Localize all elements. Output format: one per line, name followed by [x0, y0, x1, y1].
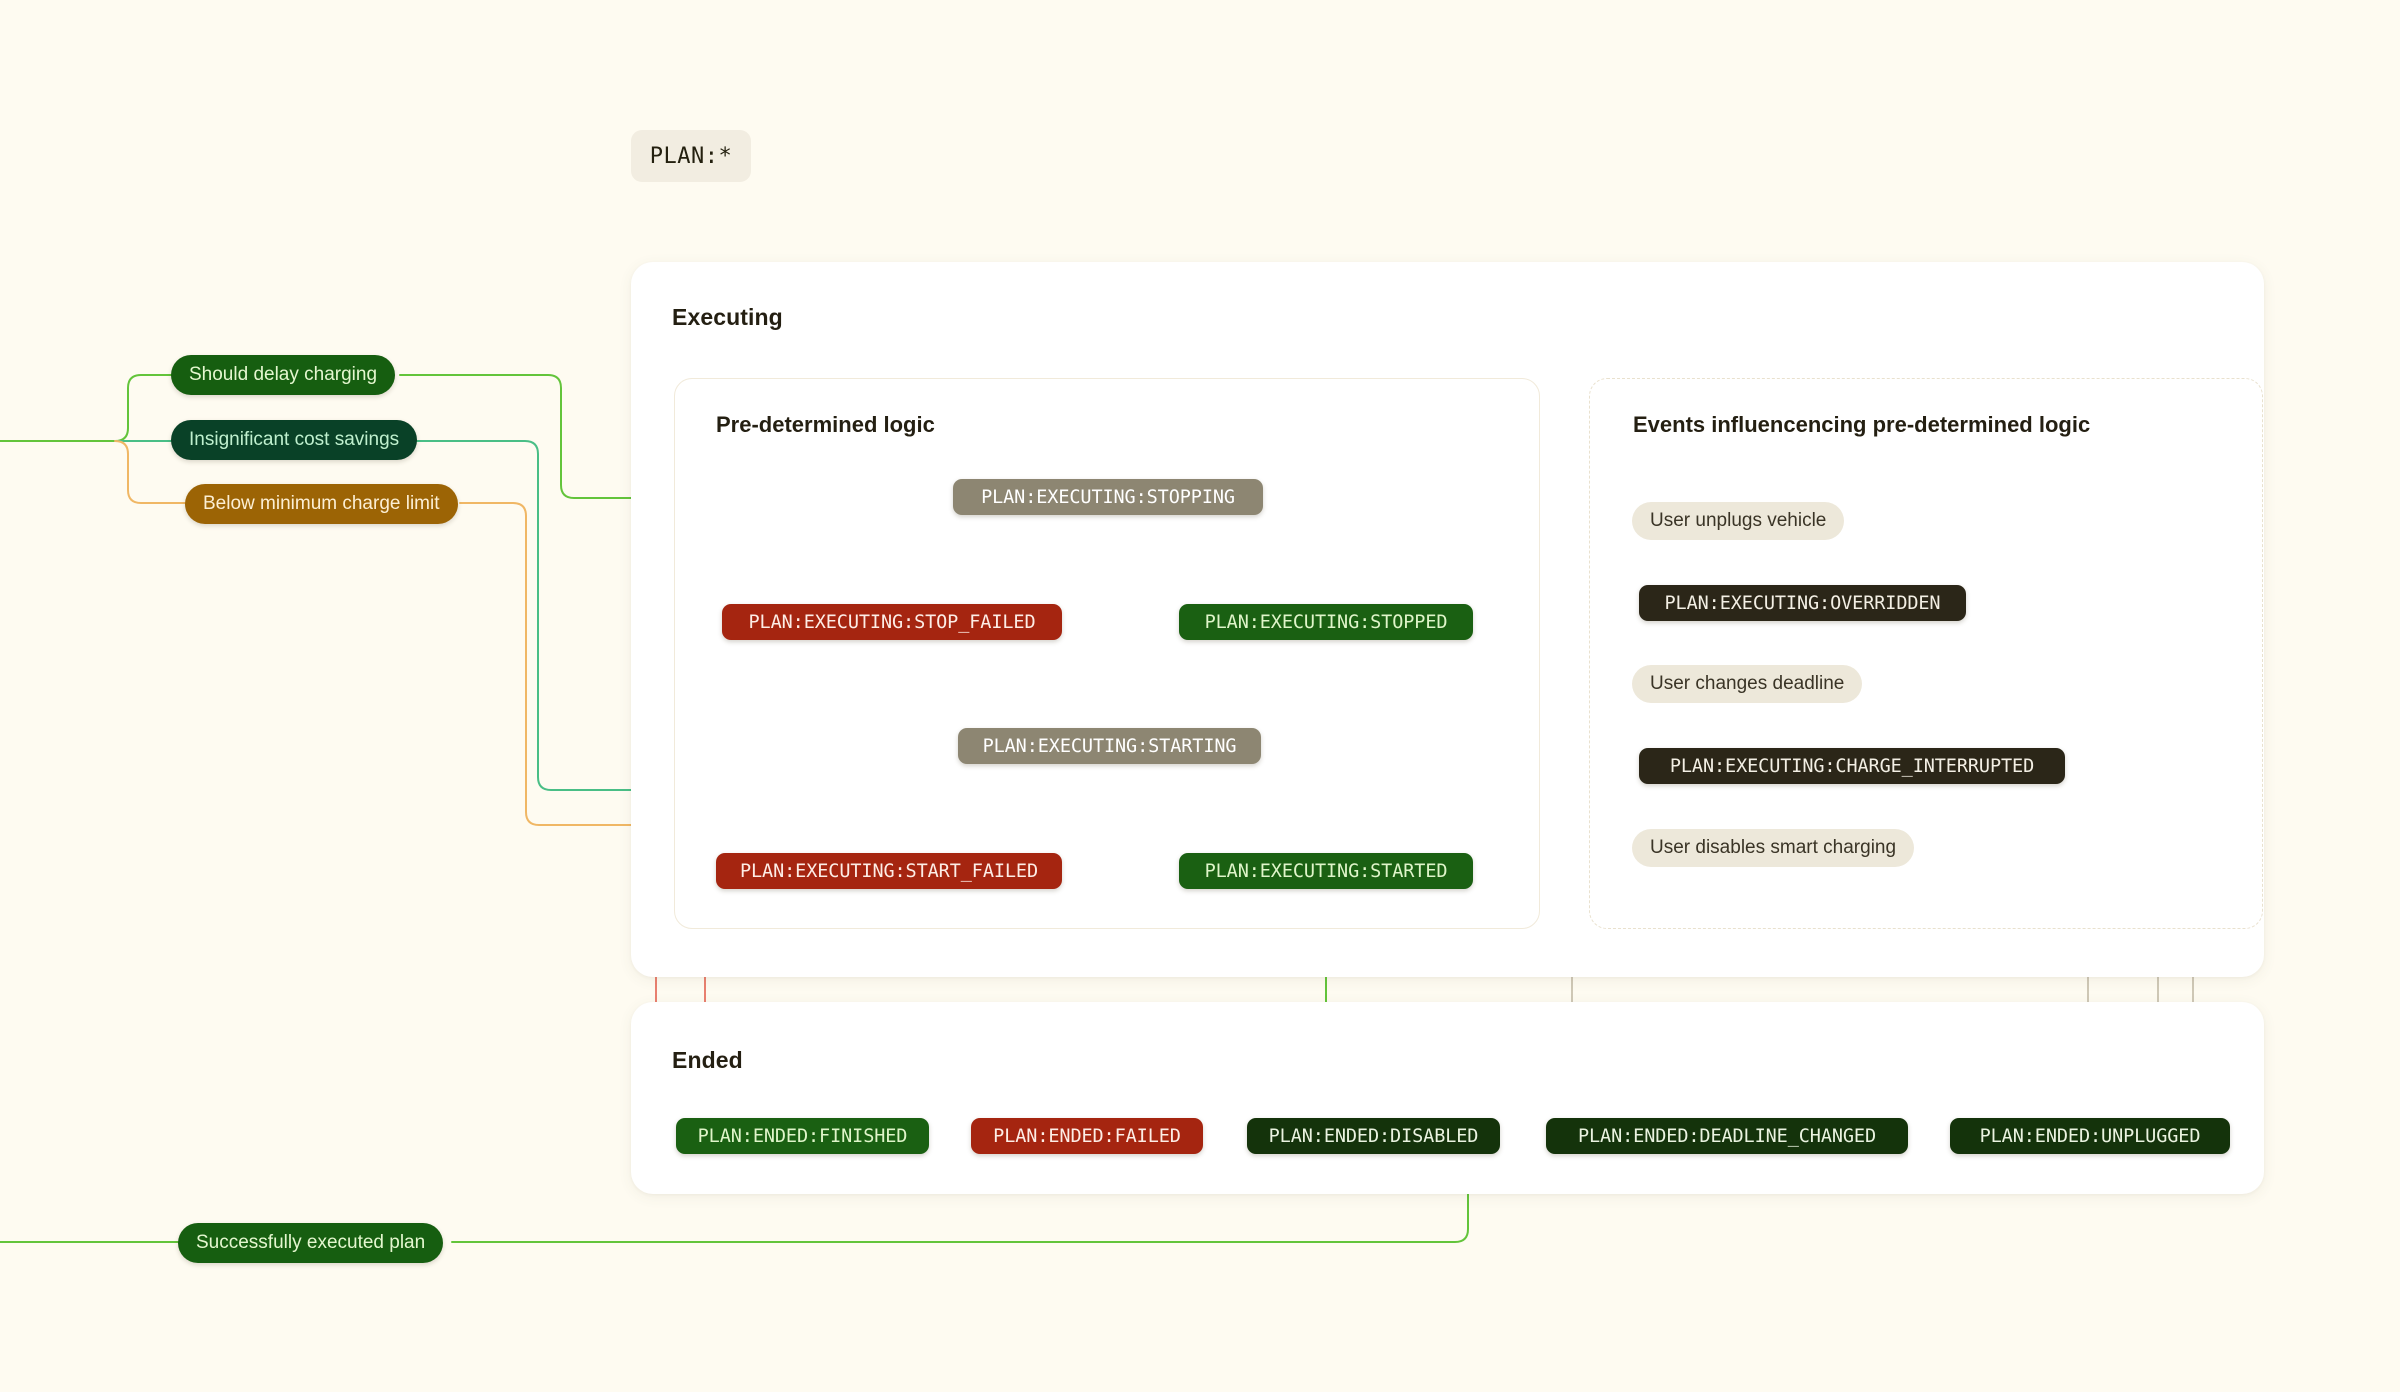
state-node-executing-stopped[interactable]: PLAN:EXECUTING:STOPPED: [1179, 604, 1473, 640]
condition-label: Insignificant cost savings: [189, 429, 400, 450]
ended-card: [631, 1002, 2264, 1194]
state-node-executing-starting[interactable]: PLAN:EXECUTING:STARTING: [958, 728, 1261, 764]
state-label: PLAN:ENDED:FINISHED: [697, 1125, 908, 1147]
state-label: PLAN:ENDED:DISABLED: [1268, 1125, 1479, 1147]
diagram-canvas: PLAN:* Executing Pre-determined logic Ev…: [0, 0, 2400, 1392]
state-label: PLAN:ENDED:UNPLUGGED: [1979, 1125, 2201, 1147]
state-node-ended-deadline-changed[interactable]: PLAN:ENDED:DEADLINE_CHANGED: [1546, 1118, 1908, 1154]
condition-pill-below-minimum-charge-limit[interactable]: Below minimum charge limit: [185, 484, 458, 524]
state-node-executing-stopping[interactable]: PLAN:EXECUTING:STOPPING: [953, 479, 1263, 515]
condition-pill-successfully-executed-plan[interactable]: Successfully executed plan: [178, 1223, 444, 1263]
ended-card-title: Ended: [672, 1047, 743, 1073]
state-label: PLAN:EXECUTING:START_FAILED: [739, 860, 1039, 882]
state-label: PLAN:ENDED:DEADLINE_CHANGED: [1577, 1125, 1877, 1147]
state-node-ended-finished[interactable]: PLAN:ENDED:FINISHED: [676, 1118, 929, 1154]
events-group-title: Events influencencing pre-determined log…: [1633, 412, 2091, 437]
state-node-ended-failed[interactable]: PLAN:ENDED:FAILED: [971, 1118, 1203, 1154]
state-label: PLAN:EXECUTING:OVERRIDDEN: [1664, 592, 1941, 614]
event-pill-user-unplugs-vehicle[interactable]: User unplugs vehicle: [1632, 502, 1845, 540]
state-node-executing-overridden[interactable]: PLAN:EXECUTING:OVERRIDDEN: [1639, 585, 1966, 621]
condition-label: Should delay charging: [189, 364, 378, 385]
event-label: User disables smart charging: [1650, 837, 1897, 858]
event-label: User unplugs vehicle: [1650, 510, 1827, 531]
state-label: PLAN:EXECUTING:CHARGE_INTERRUPTED: [1669, 755, 2035, 777]
state-node-executing-start-failed[interactable]: PLAN:EXECUTING:START_FAILED: [716, 853, 1062, 889]
state-label: PLAN:EXECUTING:STOP_FAILED: [748, 611, 1036, 633]
pre-determined-logic-group: [674, 378, 1540, 929]
event-pill-user-changes-deadline[interactable]: User changes deadline: [1632, 665, 1863, 703]
condition-label: Below minimum charge limit: [203, 493, 440, 514]
state-node-executing-stop-failed[interactable]: PLAN:EXECUTING:STOP_FAILED: [722, 604, 1062, 640]
root-state-label: PLAN:*: [649, 143, 733, 169]
event-label: User changes deadline: [1650, 673, 1845, 694]
state-label: PLAN:EXECUTING:STARTED: [1204, 860, 1448, 882]
state-label: PLAN:EXECUTING:STOPPING: [981, 486, 1235, 508]
condition-pill-should-delay-charging[interactable]: Should delay charging: [171, 355, 396, 395]
pre-determined-logic-title: Pre-determined logic: [716, 412, 935, 437]
condition-label: Successfully executed plan: [196, 1232, 426, 1253]
condition-pill-insignificant-cost-savings[interactable]: Insignificant cost savings: [171, 420, 418, 460]
state-label: PLAN:EXECUTING:STARTING: [982, 735, 1237, 757]
state-label: PLAN:EXECUTING:STOPPED: [1204, 611, 1448, 633]
executing-card-title: Executing: [672, 304, 783, 330]
root-state-token[interactable]: PLAN:*: [631, 130, 751, 182]
state-node-executing-charge-interrupted[interactable]: PLAN:EXECUTING:CHARGE_INTERRUPTED: [1639, 748, 2065, 784]
state-node-ended-disabled[interactable]: PLAN:ENDED:DISABLED: [1247, 1118, 1500, 1154]
state-node-ended-unplugged[interactable]: PLAN:ENDED:UNPLUGGED: [1950, 1118, 2230, 1154]
event-pill-user-disables-smart-charging[interactable]: User disables smart charging: [1632, 829, 1915, 867]
state-label: PLAN:ENDED:FAILED: [993, 1125, 1181, 1147]
state-node-executing-started[interactable]: PLAN:EXECUTING:STARTED: [1179, 853, 1473, 889]
